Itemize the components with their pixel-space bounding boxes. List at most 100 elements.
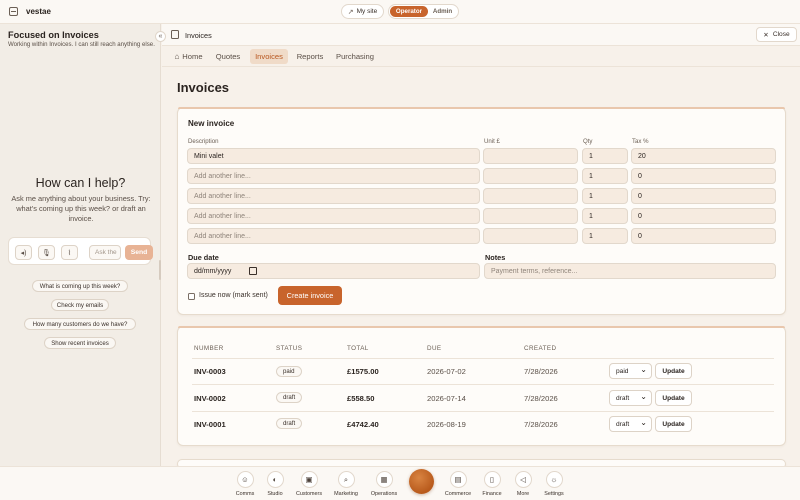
assistant-orb-button[interactable] [409, 469, 434, 494]
due-date-placeholder: dd/mm/yyyy [194, 268, 232, 275]
line-unit-input[interactable] [483, 208, 578, 224]
suggestion-chip[interactable]: Check my emails [51, 299, 109, 311]
assistant-composer: ◂) 🎙︎ ⌇ Ask the Send [8, 237, 153, 265]
dock-label: Settings [544, 491, 564, 497]
line-description-input[interactable]: Mini valet [187, 148, 480, 164]
tab-home[interactable]: ⌂ Home [171, 49, 206, 64]
invoice-number[interactable]: INV-0001 [194, 420, 226, 429]
line-tax-input[interactable]: 0 [631, 168, 776, 184]
column-header-created: CREATED [524, 345, 557, 352]
tab-purchasing[interactable]: Purchasing [333, 49, 377, 64]
due-date-input[interactable]: dd/mm/yyyy [187, 263, 480, 279]
line-qty-input[interactable]: 1 [582, 208, 628, 224]
bottom-dock: ☺ Comms ◐ Studio ▣ Customers ⌕ Marketing… [0, 466, 800, 500]
line-tax-input[interactable]: 20 [631, 148, 776, 164]
my-site-label: My site [356, 8, 378, 15]
column-label-description: Description [188, 138, 219, 145]
section-tabs: ⌂ Home Quotes Invoices Reports Purchasin… [162, 46, 800, 67]
status-select[interactable]: paid [609, 362, 652, 379]
invoice-total: £4742.40 [347, 420, 379, 429]
column-header-number: NUMBER [194, 345, 224, 352]
line-description-input[interactable]: Add another line... [187, 168, 480, 184]
column-label-tax: Tax % [632, 138, 649, 145]
suggestion-chip[interactable]: What is coming up this week? [32, 280, 128, 292]
close-icon: ✕ [763, 31, 769, 39]
dock-item-customers[interactable]: ▣ Customers [291, 471, 327, 497]
dock-item-studio[interactable]: ◐ Studio [257, 471, 293, 497]
tab-label: Home [182, 52, 203, 61]
column-label-qty: Qty [583, 138, 593, 145]
line-qty-input[interactable]: 1 [582, 228, 628, 244]
assistant-hint: Ask me anything about your business. Try… [11, 194, 151, 223]
dock-item-commerce[interactable]: ▤ Commerce [440, 471, 476, 497]
dock-label: Finance [482, 491, 502, 497]
line-unit-input[interactable] [483, 168, 578, 184]
line-tax-input[interactable]: 0 [631, 208, 776, 224]
line-qty-input[interactable]: 1 [582, 148, 628, 164]
status-select[interactable]: draft [609, 415, 652, 432]
line-tax-input[interactable]: 0 [631, 228, 776, 244]
panel-toggle-icon[interactable] [9, 7, 18, 16]
notes-input[interactable]: Payment terms, reference... [484, 263, 776, 279]
calendar-icon: ▦ [375, 471, 393, 488]
assistant-title: Focused on Invoices [8, 30, 99, 40]
role-admin-button[interactable]: Admin [428, 6, 457, 17]
line-unit-input[interactable] [483, 148, 578, 164]
line-qty-input[interactable]: 1 [582, 168, 628, 184]
invoice-due: 2026-07-02 [427, 367, 466, 376]
send-button[interactable]: Send [125, 245, 153, 260]
store-icon: ▤ [449, 471, 467, 488]
suggestion-chip[interactable]: How many customers do we have? [24, 318, 136, 330]
due-date-label: Due date [188, 253, 219, 262]
microphone-icon[interactable]: 🎙︎ [38, 245, 55, 260]
update-button[interactable]: Update [655, 416, 692, 432]
tab-invoices[interactable]: Invoices [250, 49, 288, 64]
issue-now-checkbox[interactable] [188, 293, 195, 300]
dock-item-marketing[interactable]: ⌕ Marketing [328, 471, 364, 497]
update-button[interactable]: Update [655, 390, 692, 406]
close-button[interactable]: ✕ Close [756, 27, 797, 42]
line-unit-input[interactable] [483, 188, 578, 204]
line-description-input[interactable]: Add another line... [187, 208, 480, 224]
line-tax-input[interactable]: 0 [631, 188, 776, 204]
status-badge: draft [276, 418, 303, 429]
role-operator-button[interactable]: Operator [390, 6, 428, 17]
line-description-input[interactable]: Add another line... [187, 188, 480, 204]
column-label-unit: Unit £ [484, 138, 500, 145]
status-badge: paid [276, 366, 302, 377]
dock-label: More [516, 491, 530, 497]
gear-icon: ☼ [545, 471, 563, 488]
brand-name: vestae [26, 7, 51, 16]
my-site-button[interactable]: ↗ My site [341, 4, 384, 19]
panel-scrollbar[interactable] [159, 260, 161, 280]
row-divider [192, 358, 774, 359]
tab-quotes[interactable]: Quotes [213, 49, 243, 64]
status-badge: draft [276, 392, 303, 403]
top-bar: vestae ↗ My site Operator Admin [0, 0, 800, 24]
speaker-icon[interactable]: ◂) [15, 245, 32, 260]
collapse-panel-button[interactable]: « [155, 31, 166, 42]
create-invoice-button[interactable]: Create invoice [278, 286, 342, 305]
dock-label: Comms [235, 491, 255, 497]
issue-now-label: Issue now (mark sent) [199, 292, 268, 299]
update-button[interactable]: Update [655, 363, 692, 379]
invoice-created: 7/28/2026 [524, 367, 558, 376]
assistant-input[interactable]: Ask the [89, 245, 121, 260]
invoice-number[interactable]: INV-0002 [194, 394, 226, 403]
suggestion-chip[interactable]: Show recent invoices [44, 337, 116, 349]
notes-label: Notes [485, 253, 506, 262]
assistant-panel: Focused on Invoices Working within Invoi… [0, 24, 161, 466]
megaphone-icon: ◁ [514, 471, 532, 488]
line-description-input[interactable]: Add another line... [187, 228, 480, 244]
tab-reports[interactable]: Reports [294, 49, 326, 64]
status-select[interactable]: draft [609, 389, 652, 406]
assistant-subtitle: Working within Invoices. I can still rea… [8, 41, 155, 48]
line-qty-input[interactable]: 1 [582, 188, 628, 204]
attach-icon[interactable]: ⌇ [61, 245, 78, 260]
dock-item-settings[interactable]: ☼ Settings [536, 471, 572, 497]
line-unit-input[interactable] [483, 228, 578, 244]
main-header: Invoices ✕ Close [162, 24, 800, 46]
invoice-icon [171, 30, 179, 39]
dock-item-operations[interactable]: ▦ Operations [366, 471, 402, 497]
invoice-number[interactable]: INV-0003 [194, 367, 226, 376]
